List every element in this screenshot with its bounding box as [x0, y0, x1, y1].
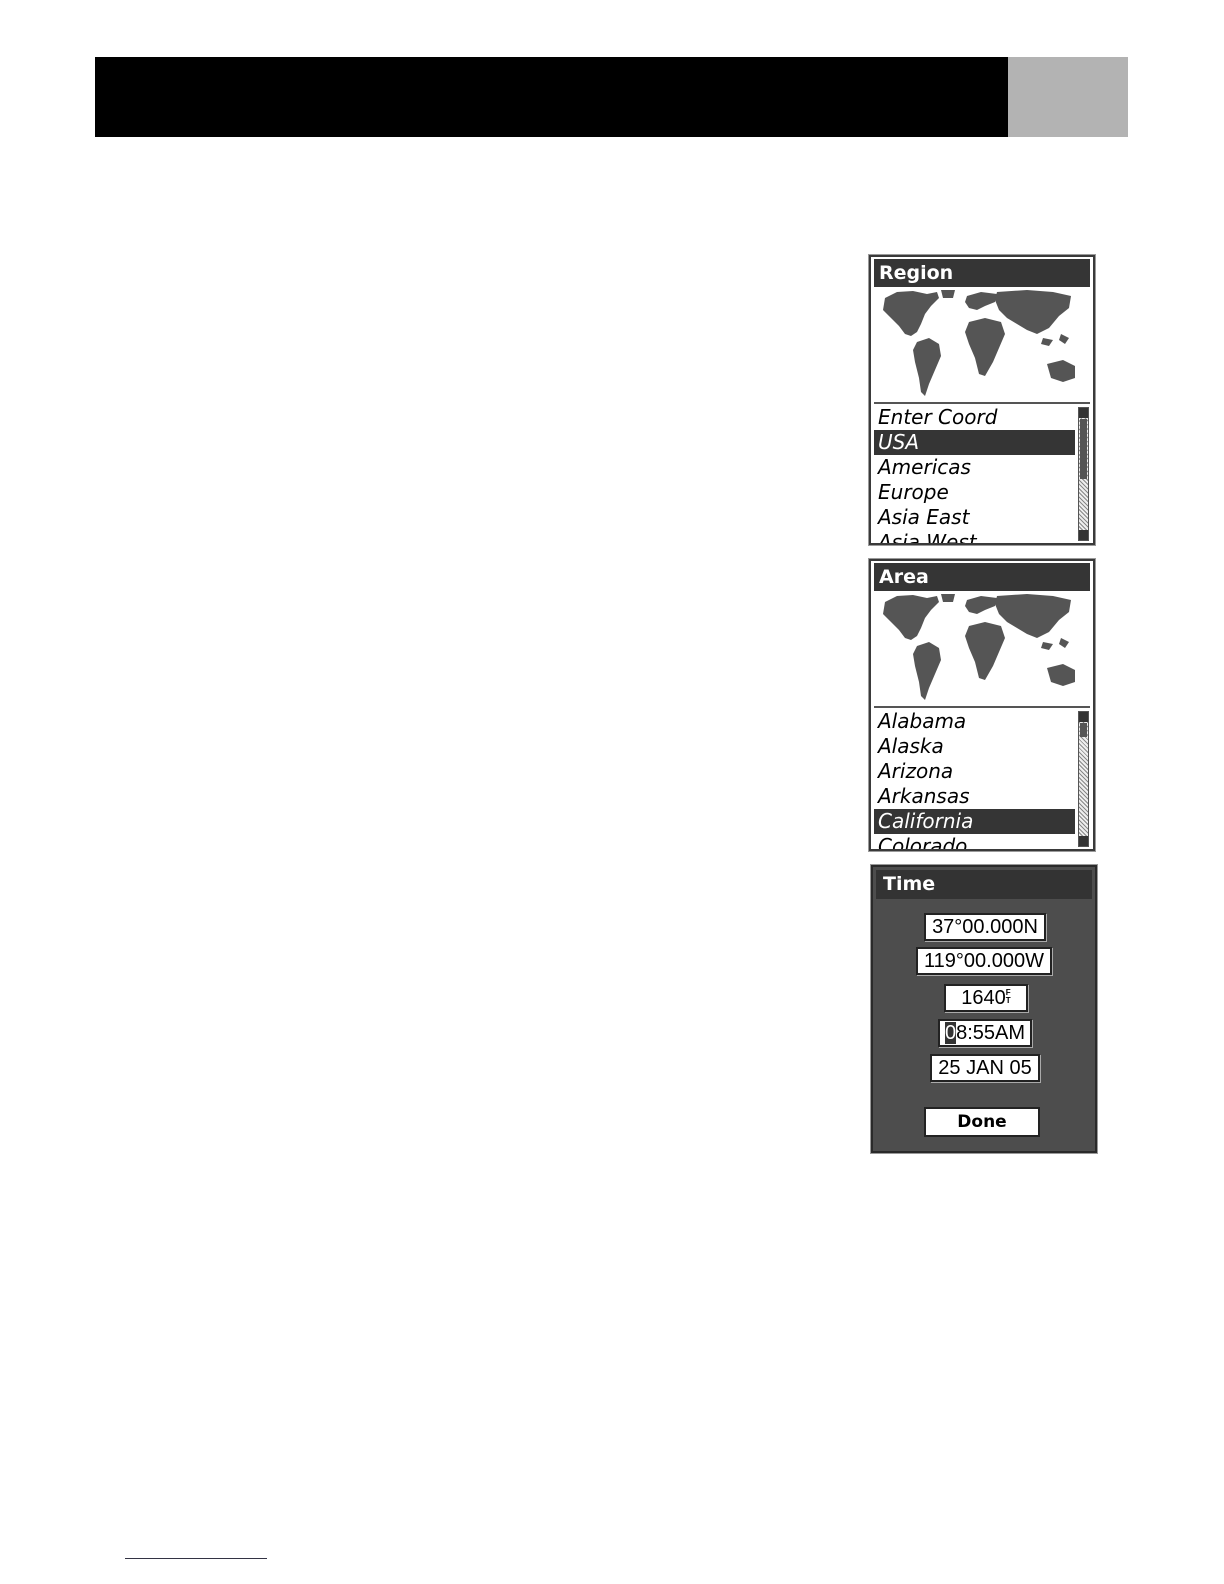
list-item-selected[interactable]: California [874, 809, 1075, 834]
list-item[interactable]: Asia West [874, 530, 1075, 543]
list-item[interactable]: Americas [874, 455, 1075, 480]
scroll-thumb[interactable] [1080, 723, 1087, 737]
scroll-up-icon[interactable] [1079, 712, 1088, 722]
world-map [874, 592, 1090, 708]
text-cursor: 0 [944, 1022, 957, 1044]
done-button[interactable]: Done [924, 1107, 1040, 1137]
scroll-thumb[interactable] [1080, 419, 1087, 479]
list-item-selected[interactable]: USA [874, 430, 1075, 455]
list-item[interactable]: Alaska [874, 734, 1075, 759]
list-item[interactable]: Asia East [874, 505, 1075, 530]
area-title: Area [874, 563, 1090, 591]
header-tab [1008, 57, 1128, 137]
region-title: Region [874, 259, 1090, 287]
latitude-field[interactable]: 37°00.000N [924, 913, 1046, 941]
scroll-down-icon[interactable] [1079, 530, 1088, 540]
area-screen: Area Alabama Alaska Arizona Arkansas Cal… [869, 559, 1095, 851]
area-list[interactable]: Alabama Alaska Arizona Arkansas Californ… [874, 709, 1075, 849]
elevation-value: 1640 [961, 987, 1006, 1009]
world-map [874, 288, 1090, 404]
list-item[interactable]: Alabama [874, 709, 1075, 734]
time-screen: Time 37°00.000N 119°00.000W 1640F T 08:55… [871, 865, 1097, 1153]
area-scrollbar[interactable] [1078, 711, 1089, 847]
elevation-field[interactable]: 1640F T [944, 984, 1028, 1012]
list-item[interactable]: Europe [874, 480, 1075, 505]
list-item[interactable]: Colorado [874, 834, 1075, 849]
time-value: 8:55AM [956, 1022, 1026, 1044]
longitude-field[interactable]: 119°00.000W [916, 947, 1052, 975]
list-item[interactable]: Arizona [874, 759, 1075, 784]
scroll-down-icon[interactable] [1079, 836, 1088, 846]
list-item[interactable]: Arkansas [874, 784, 1075, 809]
footer-link-underline [125, 1558, 267, 1559]
region-list[interactable]: Enter Coord USA Americas Europe Asia Eas… [874, 405, 1075, 543]
elevation-unit: FT [1005, 988, 1011, 1005]
list-item[interactable]: Enter Coord [874, 405, 1075, 430]
date-field[interactable]: 25 JAN 05 [930, 1054, 1040, 1082]
world-map-icon [883, 594, 1075, 700]
time-field[interactable]: 08:55AM [938, 1019, 1032, 1047]
time-title: Time [876, 870, 1092, 899]
scroll-up-icon[interactable] [1079, 408, 1088, 418]
region-scrollbar[interactable] [1078, 407, 1089, 541]
header-bar [95, 57, 1008, 137]
region-screen: Region Enter Coord USA Americas Europe A… [869, 255, 1095, 545]
world-map-icon [883, 290, 1075, 396]
